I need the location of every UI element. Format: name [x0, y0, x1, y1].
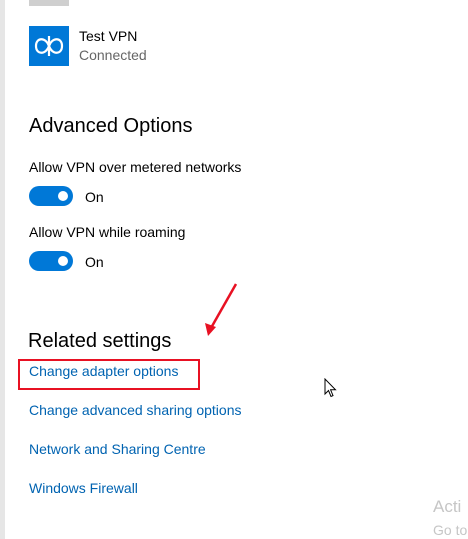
annotation-arrow-icon [205, 283, 238, 336]
vpn-icon [29, 26, 69, 66]
activation-watermark-subtitle: Go to [433, 522, 468, 538]
roaming-label: Allow VPN while roaming [29, 224, 186, 240]
activation-watermark-title: Acti [433, 497, 462, 516]
metered-networks-label: Allow VPN over metered networks [29, 159, 242, 175]
network-and-sharing-centre-link[interactable]: Network and Sharing Centre [29, 441, 206, 457]
windows-firewall-link[interactable]: Windows Firewall [29, 480, 138, 496]
left-edge-bar [0, 0, 5, 539]
roaming-toggle-state: On [85, 254, 104, 270]
toggle-knob [58, 256, 68, 266]
metered-networks-toggle-state: On [85, 189, 104, 205]
change-advanced-sharing-options-link[interactable]: Change advanced sharing options [29, 402, 242, 418]
vpn-status: Connected [79, 47, 147, 63]
roaming-toggle[interactable] [29, 251, 73, 271]
mouse-cursor-icon [324, 378, 337, 398]
annotation-highlight-box [18, 359, 200, 390]
toggle-knob [58, 191, 68, 201]
vpn-name: Test VPN [79, 28, 138, 44]
previous-item-tile [29, 0, 69, 6]
related-settings-title: Related settings [28, 330, 172, 352]
advanced-options-title: Advanced Options [29, 115, 193, 137]
metered-networks-toggle[interactable] [29, 186, 73, 206]
